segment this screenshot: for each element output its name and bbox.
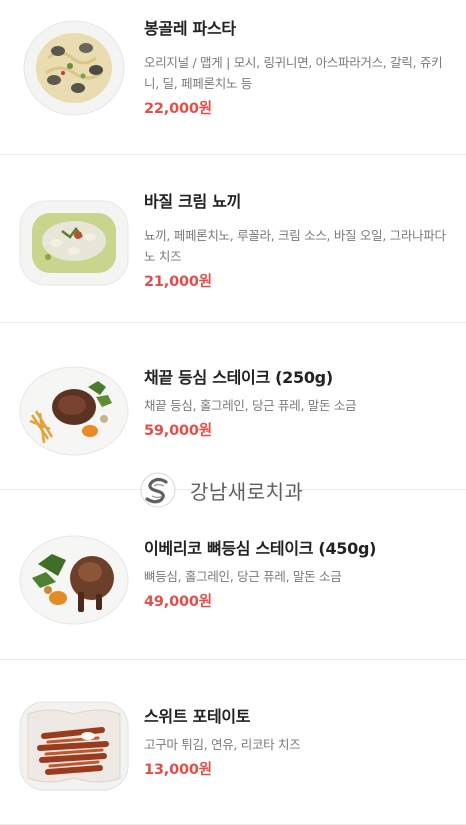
- steak-dish-image: [18, 359, 130, 459]
- pasta-dish-icon: [23, 20, 125, 116]
- menu-item-info: 이베리코 뼈등심 스테이크 (450g) 뼈등심, 홀그레인, 당근 퓨레, 말…: [144, 538, 449, 613]
- menu-item-price: 22,000원: [144, 101, 212, 117]
- menu-item-iberico-steak[interactable]: 이베리코 뼈등심 스테이크 (450g) 뼈등심, 홀그레인, 당근 퓨레, 말…: [0, 490, 466, 660]
- menu-item-name: 스위트 포테이토: [144, 707, 251, 726]
- menu-item-info: 채끝 등심 스테이크 (250g) 채끝 등심, 홀그레인, 당근 퓨레, 말돈…: [144, 367, 449, 442]
- menu-item-description: 고구마 튀김, 연유, 리코타 치즈: [144, 737, 301, 752]
- menu-item-name: 봉골레 파스타: [144, 19, 236, 38]
- pork-steak-dish-image: [18, 528, 130, 628]
- menu-item-price: 13,000원: [144, 762, 212, 778]
- menu-item-description: 뼈등심, 홀그레인, 당근 퓨레, 말돈 소금: [144, 569, 342, 584]
- menu-item-info: 스위트 포테이토 고구마 튀김, 연유, 리코타 치즈 13,000원: [144, 706, 449, 781]
- menu-item-basil-gnocchi[interactable]: 바질 크림 뇨끼 뇨끼, 페페론치노, 루꼴라, 크림 소스, 바질 오일, 그…: [0, 155, 466, 323]
- menu-item-price: 21,000원: [144, 274, 212, 290]
- menu-item-description: 뇨끼, 페페론치노, 루꼴라, 크림 소스, 바질 오일, 그라나파다노 치즈: [144, 228, 446, 264]
- pasta-dish-image: [18, 18, 130, 118]
- sweet-potato-fries-icon: [19, 701, 129, 791]
- menu-item-vongole-pasta[interactable]: 봉골레 파스타 오리지널 / 맵게 | 모시, 링귀니면, 아스파라거스, 갈릭…: [0, 0, 466, 155]
- pork-steak-dish-icon: [19, 535, 129, 625]
- menu-item-description: 오리지널 / 맵게 | 모시, 링귀니면, 아스파라거스, 갈릭, 쥬키니, 딜…: [144, 55, 443, 91]
- sweet-potato-dish-image: [18, 696, 130, 796]
- menu-item-sirloin-steak[interactable]: 채끝 등심 스테이크 (250g) 채끝 등심, 홀그레인, 당근 퓨레, 말돈…: [0, 323, 466, 490]
- menu-item-name: 채끝 등심 스테이크 (250g): [144, 368, 333, 387]
- menu-item-name: 바질 크림 뇨끼: [144, 192, 242, 211]
- menu-item-price: 49,000원: [144, 594, 212, 610]
- menu-item-description: 채끝 등심, 홀그레인, 당근 퓨레, 말돈 소금: [144, 398, 357, 413]
- menu-item-price: 59,000원: [144, 423, 212, 439]
- gnocchi-dish-icon: [19, 200, 129, 286]
- gnocchi-dish-image: [18, 193, 130, 293]
- menu-item-info: 바질 크림 뇨끼 뇨끼, 페페론치노, 루꼴라, 크림 소스, 바질 오일, 그…: [144, 191, 449, 293]
- menu-item-info: 봉골레 파스타 오리지널 / 맵게 | 모시, 링귀니면, 아스파라거스, 갈릭…: [144, 18, 449, 120]
- menu-item-name: 이베리코 뼈등심 스테이크 (450g): [144, 539, 377, 558]
- steak-dish-icon: [19, 366, 129, 456]
- menu-item-sweet-potato[interactable]: 스위트 포테이토 고구마 튀김, 연유, 리코타 치즈 13,000원: [0, 660, 466, 825]
